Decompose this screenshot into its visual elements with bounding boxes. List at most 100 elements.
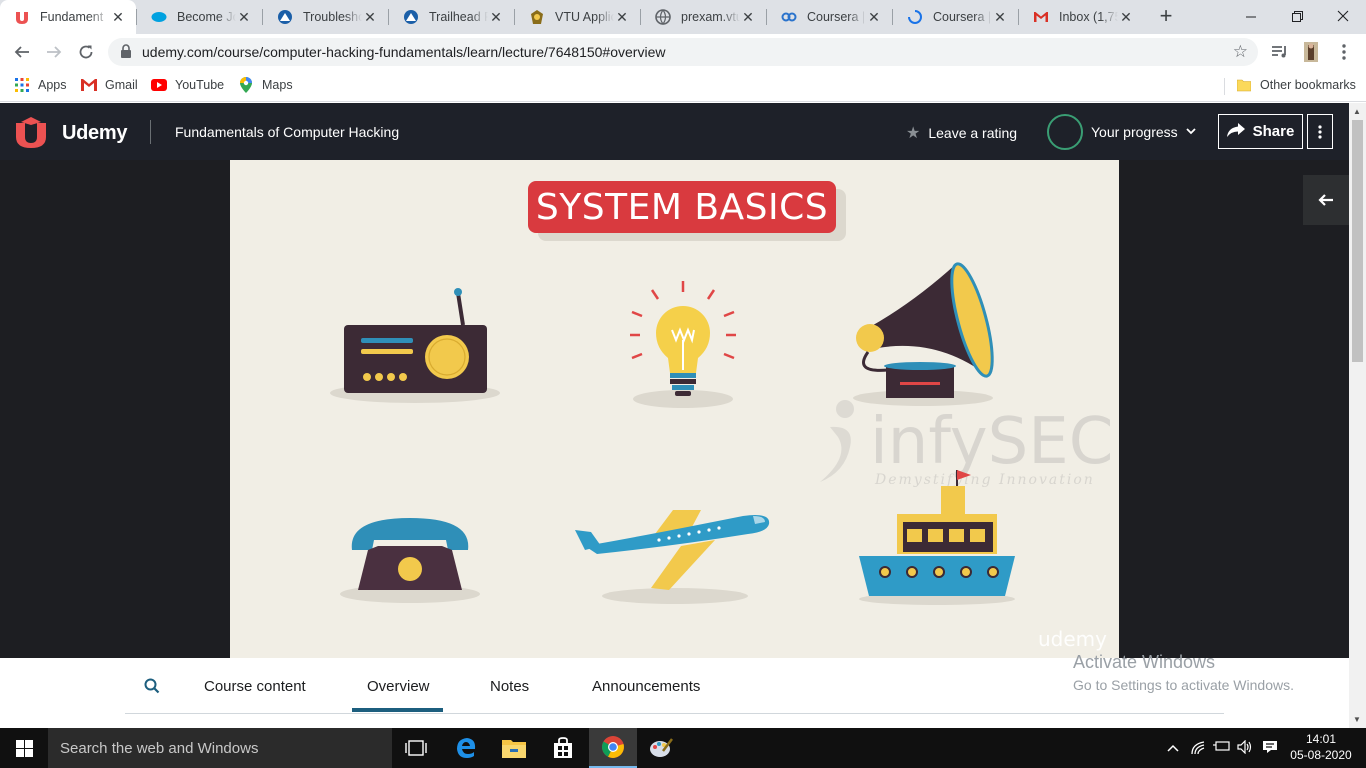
search-icon [144,678,160,694]
tab-title: Coursera | C [933,10,992,24]
restore-icon [1291,10,1303,22]
arrow-left-icon [1318,194,1333,206]
taskbar-clock[interactable]: 14:01 05-08-2020 [1286,731,1356,763]
gmail-favicon-icon [1033,9,1049,25]
url-text: udemy.com/course/computer-hacking-fundam… [142,44,666,60]
tab-title: prexam.vtu [681,10,740,24]
windows-logo-icon [15,739,33,757]
browser-tab-trailhead[interactable]: Trailhead Pl ✕ [389,0,514,34]
address-bar[interactable]: udemy.com/course/computer-hacking-fundam… [108,38,1258,66]
forward-button[interactable] [40,38,68,66]
tab-course-content[interactable]: Course content [204,678,306,695]
udemy-favicon-icon [14,9,30,25]
chevron-up-icon [1167,744,1179,752]
other-bookmarks-folder[interactable]: Other bookmarks [1236,77,1356,93]
chrome-menu-button[interactable] [1332,40,1356,64]
taskbar-file-explorer[interactable] [490,728,538,768]
leave-rating-label: Leave a rating [928,125,1018,141]
close-window-button[interactable] [1320,0,1366,32]
close-tab-icon[interactable]: ✕ [992,9,1008,26]
trailhead-favicon-icon [403,9,419,25]
lecture-slide: SYSTEM BASICS infySEC Demystifying Innov… [230,160,1119,658]
restore-button[interactable] [1274,0,1320,32]
bookmark-youtube[interactable]: YouTube [151,77,224,93]
minimize-icon [1245,16,1256,17]
udemy-logo[interactable]: Udemy [14,117,128,149]
minimize-button[interactable] [1228,0,1274,32]
search-course-button[interactable] [144,678,160,697]
browser-tab-gmail[interactable]: Inbox (1,75 ✕ [1019,0,1144,34]
close-tab-icon[interactable]: ✕ [362,9,378,26]
more-options-button[interactable] [1307,114,1333,149]
vertical-dots-icon [1318,124,1322,139]
action-center-button[interactable] [1262,740,1278,757]
bookmark-star-icon[interactable]: ☆ [1233,42,1248,62]
tab-overview[interactable]: Overview [367,678,430,695]
scroll-down-icon[interactable]: ▼ [1353,715,1361,724]
notifications-icon [1263,741,1277,753]
tab-title: Inbox (1,75 [1059,10,1118,24]
tab-notes[interactable]: Notes [490,678,529,695]
network-status[interactable] [1190,740,1208,757]
gramophone-illustration [853,262,994,406]
browser-tab-troubleshoot[interactable]: Troublesho ✕ [263,0,388,34]
lock-icon[interactable] [120,44,132,61]
back-arrow-icon [14,46,29,58]
course-header: Udemy Fundamentals of Computer Hacking ★… [0,103,1349,160]
tab-announcements[interactable]: Announcements [592,678,700,695]
your-progress-button[interactable]: Your progress [1047,114,1196,150]
close-tab-icon[interactable]: ✕ [236,9,252,26]
salesforce-favicon-icon [151,9,167,25]
video-player[interactable]: SYSTEM BASICS infySEC Demystifying Innov… [0,160,1349,658]
bookmark-apps[interactable]: Apps [14,77,67,93]
volume-control[interactable] [1237,739,1253,757]
battery-status[interactable] [1213,740,1231,755]
kebab-menu-icon [1342,44,1346,60]
new-tab-button[interactable]: + [1155,5,1177,28]
task-view-button[interactable] [392,728,440,768]
open-course-content-button[interactable] [1303,175,1349,225]
avatar-icon [1304,42,1318,62]
bookmark-gmail[interactable]: Gmail [81,77,138,93]
browser-tab-salesforce[interactable]: Become Jol ✕ [137,0,262,34]
taskbar-store[interactable] [539,728,587,768]
browser-tab-coursera-1[interactable]: Coursera | C ✕ [767,0,892,34]
browser-tab-prexam[interactable]: prexam.vtu ✕ [641,0,766,34]
task-view-icon [405,740,427,756]
scrollbar-thumb[interactable] [1352,120,1363,362]
folder-icon [502,740,526,758]
close-tab-icon[interactable]: ✕ [110,9,126,26]
tab-title: VTU Applic [555,10,614,24]
bookmarks-divider [1224,78,1225,95]
progress-label: Your progress [1091,124,1178,140]
taskbar-paint[interactable] [637,728,685,768]
vtu-favicon-icon [529,9,545,25]
media-controls-button[interactable] [1268,40,1292,64]
page-scrollbar[interactable]: ▲ ▼ [1349,103,1366,728]
udemy-logo-text: Udemy [62,121,128,144]
reload-button[interactable] [72,38,100,66]
bookmark-maps[interactable]: Maps [238,77,293,93]
start-button[interactable] [0,728,48,768]
taskbar-edge[interactable] [442,728,490,768]
share-button[interactable]: Share [1218,114,1303,149]
close-tab-icon[interactable]: ✕ [866,9,882,26]
taskbar-chrome[interactable] [589,728,637,768]
close-tab-icon[interactable]: ✕ [614,9,630,26]
back-button[interactable] [8,38,36,66]
show-hidden-icons-button[interactable] [1167,740,1179,755]
folder-icon [1236,77,1252,93]
leave-rating-button[interactable]: ★ Leave a rating [906,123,1017,143]
browser-tab-udemy[interactable]: Fundament ✕ [0,0,136,34]
course-title[interactable]: Fundamentals of Computer Hacking [175,124,399,140]
close-tab-icon[interactable]: ✕ [740,9,756,26]
taskbar-search-box[interactable]: Search the web and Windows [48,728,392,768]
scroll-up-icon[interactable]: ▲ [1353,107,1361,116]
browser-tab-vtu[interactable]: VTU Applic ✕ [515,0,640,34]
activate-windows-subtitle: Go to Settings to activate Windows. [1073,677,1294,693]
profile-avatar[interactable] [1299,40,1323,64]
browser-tab-coursera-2[interactable]: Coursera | C ✕ [893,0,1018,34]
close-tab-icon[interactable]: ✕ [488,9,504,26]
close-tab-icon[interactable]: ✕ [1118,9,1134,26]
tab-title: Troublesho [303,10,362,24]
